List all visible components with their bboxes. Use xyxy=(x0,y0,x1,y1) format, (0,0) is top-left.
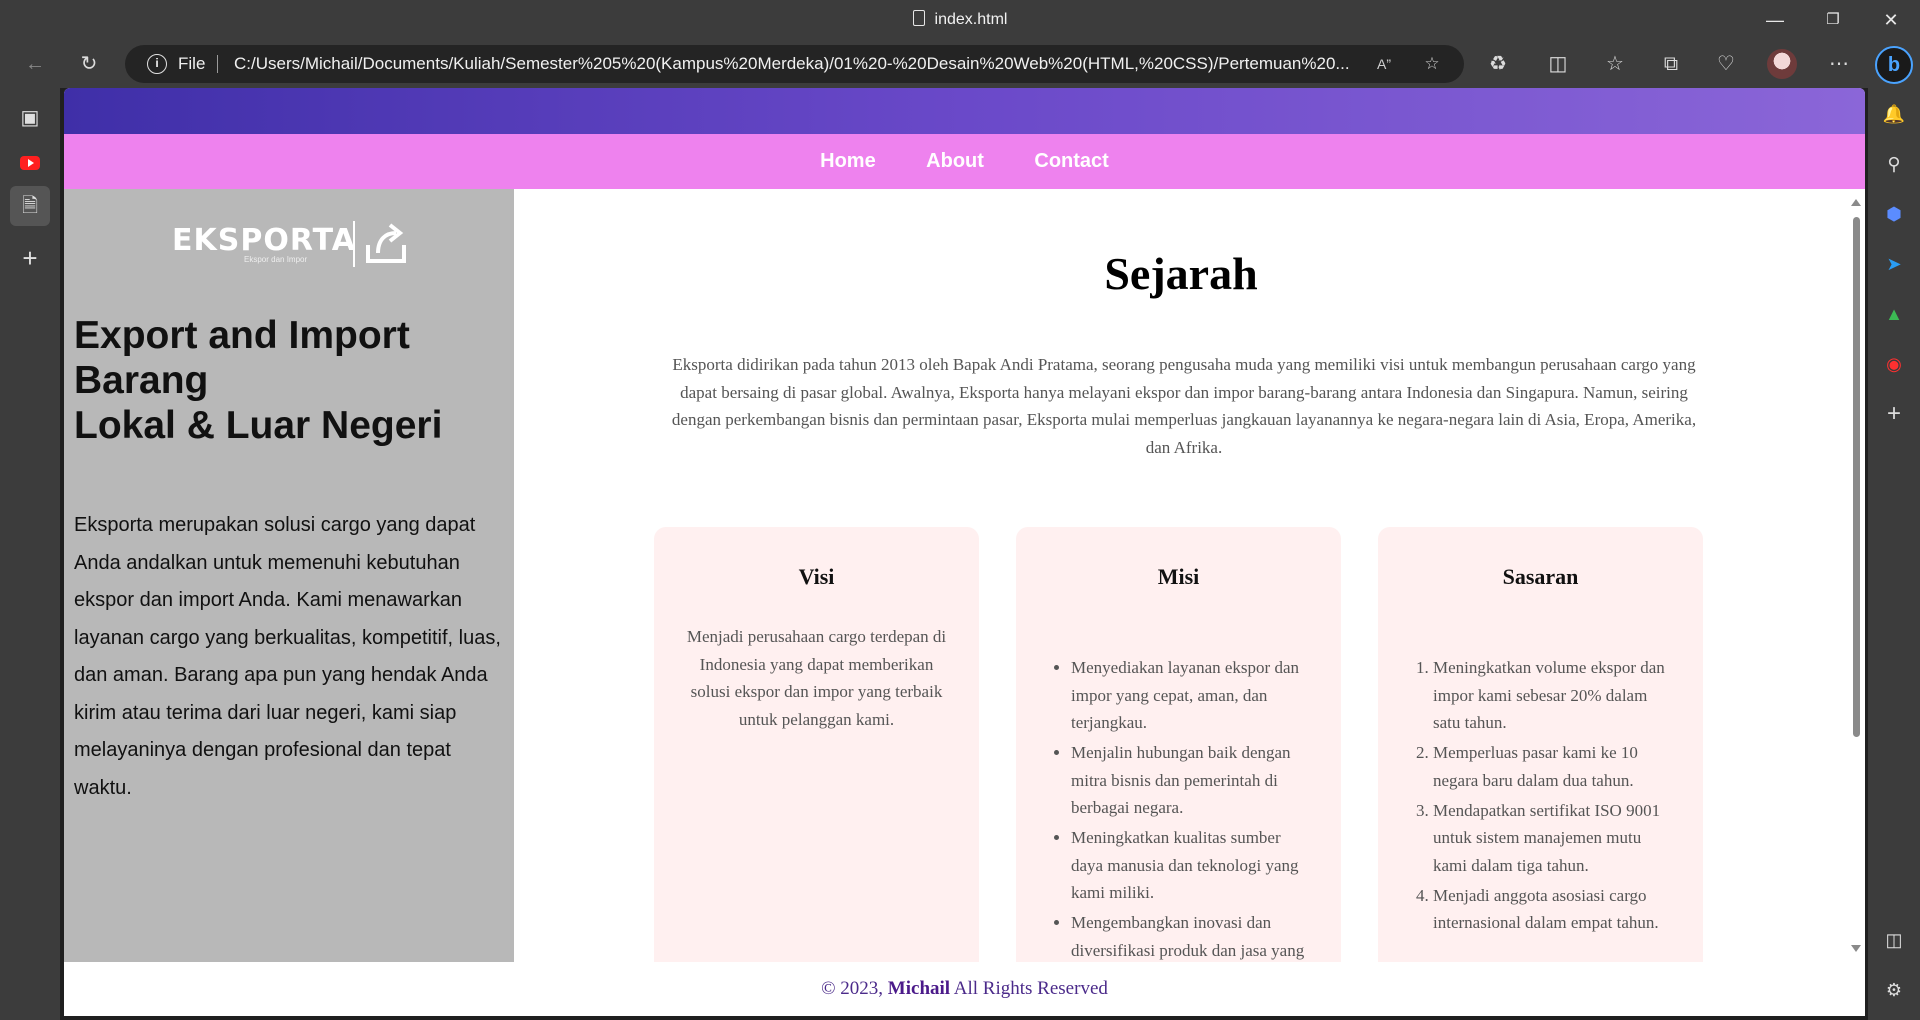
youtube-tab[interactable] xyxy=(10,142,50,182)
puzzle-icon[interactable]: ♻ xyxy=(1480,46,1516,82)
heading-line-1: Export and Import xyxy=(74,314,410,357)
list-item: Menjalin hubungan baik dengan mitra bisn… xyxy=(1071,739,1316,822)
logo-wordmark: EKSPORTA xyxy=(172,223,356,258)
read-aloud-icon[interactable]: A” xyxy=(1372,52,1396,76)
send-icon[interactable]: ➤ xyxy=(1878,248,1910,280)
misi-list: Menyediakan layanan ekspor dan impor yan… xyxy=(1051,654,1316,967)
more-icon[interactable]: ⋯ xyxy=(1821,46,1857,82)
sidebar-aside: EKSPORTA Ekspor dan Impor Export and Imp… xyxy=(64,189,514,962)
vertical-tabs-bar: ▣ 🗎 + xyxy=(0,88,60,1020)
info-icon[interactable]: i xyxy=(147,54,167,74)
list-item: Menyediakan layanan ekspor dan impor yan… xyxy=(1071,654,1316,737)
footer-author: Michail xyxy=(887,978,951,999)
list-item: Meningkatkan kualitas sumber daya manusi… xyxy=(1071,824,1316,907)
restore-button[interactable]: ❐ xyxy=(1804,0,1862,40)
hide-sidebar-icon[interactable]: ◫ xyxy=(1878,924,1910,956)
youtube-music-icon[interactable]: ◉ xyxy=(1878,348,1910,380)
settings-gear-icon[interactable]: ⚙ xyxy=(1878,974,1910,1006)
close-button[interactable]: ✕ xyxy=(1862,0,1920,40)
star-icon[interactable]: ☆ xyxy=(1420,52,1444,76)
nav-contact-link[interactable]: Contact xyxy=(1034,134,1108,189)
add-sidebar-icon[interactable]: + xyxy=(1878,398,1910,430)
collections-icon[interactable]: ⧉ xyxy=(1653,46,1689,82)
address-separator xyxy=(217,55,218,73)
card-title: Sasaran xyxy=(1502,564,1579,589)
youtube-icon xyxy=(20,155,40,170)
right-sidebar: b 🔔 ⚲ ⬢ ➤ ▲ ◉ + ◫ ⚙ xyxy=(1868,40,1920,1020)
minimize-button[interactable]: — xyxy=(1746,0,1804,40)
footer-rights: All Rights Reserved xyxy=(953,978,1108,999)
page-scrollbar[interactable] xyxy=(1848,189,1865,962)
main-nav: Home About Contact xyxy=(64,134,1865,189)
window-title-text: index.html xyxy=(934,11,1008,28)
card-title: Misi xyxy=(1157,564,1200,589)
visi-card: Visi Menjadi perusahaan cargo terdepan d… xyxy=(654,527,979,987)
list-item: Memperluas pasar kami ke 10 negara baru … xyxy=(1433,739,1678,794)
file-label: File xyxy=(178,54,206,73)
profile-avatar[interactable] xyxy=(1767,49,1797,79)
aside-heading: Export and Import Barang Lokal & Luar Ne… xyxy=(74,313,504,448)
window-title: index.html xyxy=(0,10,1920,29)
nav-about-link[interactable]: About xyxy=(926,134,984,189)
card-title: Visi xyxy=(798,564,835,589)
eksporta-logo: EKSPORTA Ekspor dan Impor xyxy=(172,219,412,269)
list-item: Mendapatkan sertifikat ISO 9001 untuk si… xyxy=(1433,797,1678,880)
sasaran-list: Meningkatkan volume ekspor dan impor kam… xyxy=(1413,654,1678,939)
scroll-down-arrow[interactable] xyxy=(1851,945,1861,952)
page-footer: © 2023, Michail All Rights Reserved xyxy=(64,962,1865,1016)
footer-copyright: © 2023, xyxy=(821,978,884,999)
tree-icon[interactable]: ▲ xyxy=(1878,298,1910,330)
sasaran-card: Sasaran Meningkatkan volume ekspor dan i… xyxy=(1378,527,1703,987)
heading-line-3: Lokal & Luar Negeri xyxy=(74,404,443,447)
list-item: Meningkatkan volume ekspor dan impor kam… xyxy=(1433,654,1678,737)
split-screen-icon[interactable]: ◫ xyxy=(1540,46,1576,82)
address-bar[interactable]: i File C:/Users/Michail/Documents/Kuliah… xyxy=(125,45,1464,83)
search-icon[interactable]: ⚲ xyxy=(1878,148,1910,180)
url-text[interactable]: C:/Users/Michail/Documents/Kuliah/Semest… xyxy=(234,54,1484,74)
logo-tagline: Ekspor dan Impor xyxy=(244,255,308,264)
main-content: Sejarah Eksporta didirikan pada tahun 20… xyxy=(514,189,1848,987)
new-tab-icon[interactable]: + xyxy=(10,238,50,278)
logo-divider xyxy=(353,221,355,267)
page-title: Sejarah xyxy=(1104,248,1258,299)
refresh-icon[interactable]: ↻ xyxy=(71,46,107,82)
notification-bell-icon[interactable]: 🔔 xyxy=(1878,98,1910,130)
copilot-icon[interactable]: ⬢ xyxy=(1878,198,1910,230)
misi-card: Misi Menyediakan layanan ekspor dan impo… xyxy=(1016,527,1341,987)
page-viewport: Home About Contact EKSPORTA Ekspor dan I… xyxy=(64,88,1865,1016)
header-banner xyxy=(64,88,1865,134)
bing-copilot-icon[interactable]: b xyxy=(1875,46,1913,84)
browser-essentials-icon[interactable]: ♡ xyxy=(1708,46,1744,82)
nav-home-link[interactable]: Home xyxy=(820,134,876,189)
list-item: Menjadi anggota asosiasi cargo internasi… xyxy=(1433,882,1678,937)
scroll-up-arrow[interactable] xyxy=(1851,199,1861,206)
document-icon xyxy=(912,10,925,26)
aside-description: Eksporta merupakan solusi cargo yang dap… xyxy=(74,514,501,799)
back-arrow-icon[interactable]: ← xyxy=(17,46,53,82)
list-item: Mengembangkan inovasi dan diversifikasi … xyxy=(1071,909,1316,964)
scroll-thumb[interactable] xyxy=(1853,217,1860,737)
current-tab[interactable]: 🗎 xyxy=(10,186,50,226)
heading-line-2: Barang xyxy=(74,359,209,402)
browser-toolbar: ← ↻ i File C:/Users/Michail/Documents/Ku… xyxy=(0,40,1920,88)
title-bar: index.html — ❐ ✕ xyxy=(0,0,1920,40)
tab-actions-icon[interactable]: ▣ xyxy=(10,98,50,138)
card-text: Menjadi perusahaan cargo terdepan di Ind… xyxy=(686,627,947,729)
history-intro: Eksporta didirikan pada tahun 2013 oleh … xyxy=(671,355,1697,457)
favorites-icon[interactable]: ☆ xyxy=(1597,46,1633,82)
export-arrow-icon xyxy=(366,223,406,263)
